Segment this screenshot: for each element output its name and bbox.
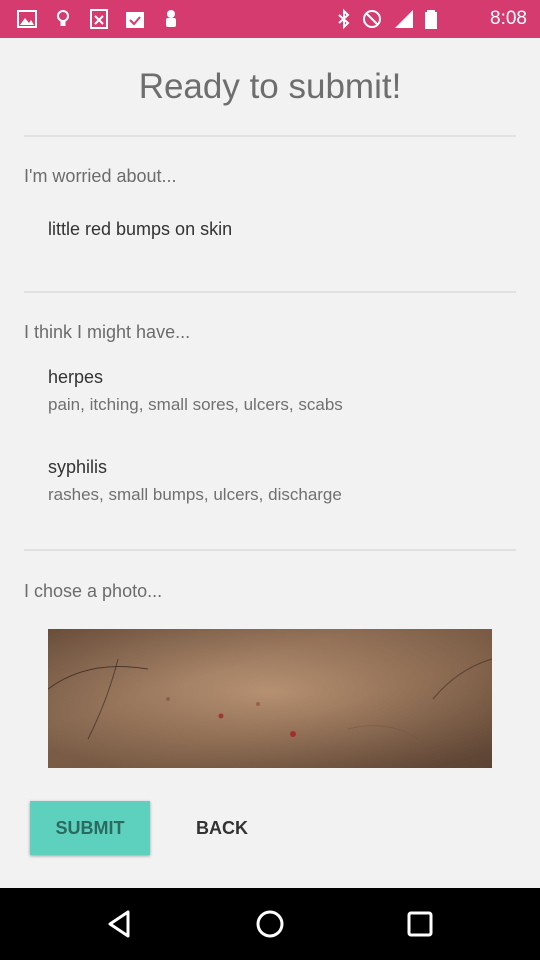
signal-icon [395, 10, 413, 28]
back-triangle-icon[interactable] [100, 904, 140, 944]
condition-symptoms: pain, itching, small sores, ulcers, scab… [48, 395, 343, 414]
condition-name: herpes [48, 367, 104, 387]
condition-name: syphilis [48, 457, 108, 477]
calculator-icon [90, 9, 108, 29]
divider [24, 135, 516, 137]
robot-icon [166, 10, 176, 27]
system-nav-bar [0, 888, 540, 960]
page-title: Ready to submit! [138, 67, 402, 106]
might-have-label: I think I might have... [24, 322, 191, 342]
status-bar: 8:08 [0, 0, 540, 38]
back-button[interactable]: BACK [172, 801, 272, 855]
condition-symptoms: rashes, small bumps, ulcers, discharge [48, 485, 342, 504]
recents-square-icon[interactable] [400, 904, 440, 944]
status-time: 8:08 [490, 8, 527, 29]
submit-button[interactable]: SUBMIT [30, 801, 150, 855]
photo-label: I chose a photo... [24, 581, 163, 601]
worried-label: I'm worried about... [24, 166, 177, 186]
bulb-icon [57, 10, 69, 26]
divider [24, 549, 516, 551]
skin-photo [48, 629, 492, 768]
worried-value: little red bumps on skin [48, 219, 233, 239]
battery-icon [425, 10, 437, 29]
bluetooth-icon [338, 8, 350, 30]
home-circle-icon[interactable] [250, 904, 290, 944]
calendar-check-icon [126, 12, 144, 28]
do-not-disturb-icon [363, 10, 381, 28]
divider [24, 291, 516, 293]
gallery-icon [17, 10, 37, 28]
